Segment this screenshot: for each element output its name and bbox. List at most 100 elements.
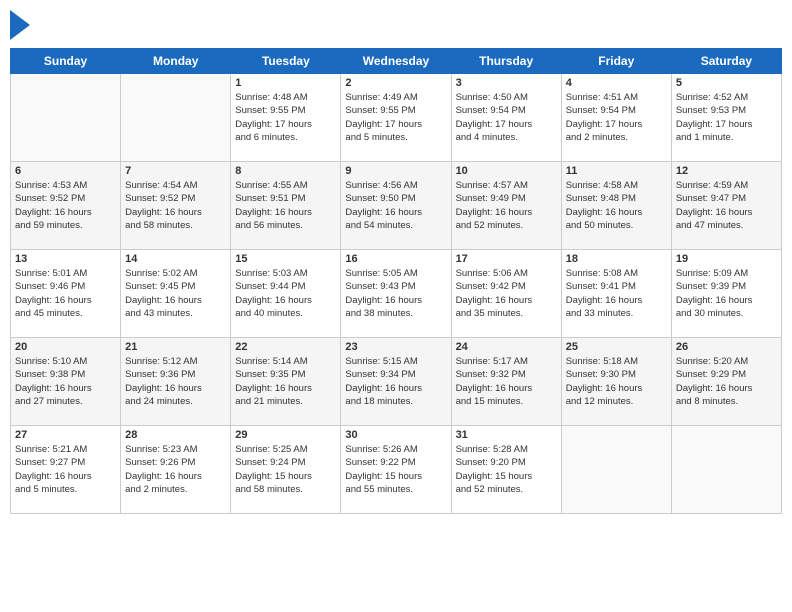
- calendar-day-cell: 6 Sunrise: 4:53 AM Sunset: 9:52 PM Daylig…: [11, 162, 121, 250]
- calendar-day-cell: 25Sunrise: 5:18 AM Sunset: 9:30 PM Dayli…: [561, 338, 671, 426]
- day-info: Sunrise: 5:03 AM Sunset: 9:44 PM Dayligh…: [235, 267, 336, 320]
- day-info: Sunrise: 5:09 AM Sunset: 9:39 PM Dayligh…: [676, 267, 777, 320]
- calendar: SundayMondayTuesdayWednesdayThursdayFrid…: [10, 48, 782, 514]
- calendar-day-cell: 7 Sunrise: 4:54 AM Sunset: 9:52 PM Daylig…: [121, 162, 231, 250]
- day-of-week-header: Monday: [121, 49, 231, 74]
- day-number: 29: [235, 429, 336, 441]
- day-number: 25: [566, 341, 667, 353]
- calendar-day-cell: 22Sunrise: 5:14 AM Sunset: 9:35 PM Dayli…: [231, 338, 341, 426]
- day-of-week-header: Friday: [561, 49, 671, 74]
- day-number: 6: [15, 165, 116, 177]
- day-number: 31: [456, 429, 557, 441]
- calendar-day-cell: 28 Sunrise: 5:23 AM Sunset: 9:26 PM Dayli…: [121, 426, 231, 514]
- day-info: Sunrise: 4:58 AM Sunset: 9:48 PM Dayligh…: [566, 179, 667, 232]
- calendar-week-row: 1Sunrise: 4:48 AM Sunset: 9:55 PM Daylig…: [11, 74, 782, 162]
- day-number: 3: [456, 77, 557, 89]
- day-info: Sunrise: 4:53 AM Sunset: 9:52 PM Dayligh…: [15, 179, 116, 232]
- calendar-day-cell: 24 Sunrise: 5:17 AM Sunset: 9:32 PM Dayli…: [451, 338, 561, 426]
- day-info: Sunrise: 5:14 AM Sunset: 9:35 PM Dayligh…: [235, 355, 336, 408]
- calendar-day-cell: 3 Sunrise: 4:50 AM Sunset: 9:54 PM Daylig…: [451, 74, 561, 162]
- calendar-header-row: SundayMondayTuesdayWednesdayThursdayFrid…: [11, 49, 782, 74]
- calendar-week-row: 27Sunrise: 5:21 AM Sunset: 9:27 PM Dayli…: [11, 426, 782, 514]
- day-of-week-header: Wednesday: [341, 49, 451, 74]
- day-info: Sunrise: 5:17 AM Sunset: 9:32 PM Dayligh…: [456, 355, 557, 408]
- calendar-day-cell: 16 Sunrise: 5:05 AM Sunset: 9:43 PM Dayli…: [341, 250, 451, 338]
- day-info: Sunrise: 4:54 AM Sunset: 9:52 PM Dayligh…: [125, 179, 226, 232]
- day-info: Sunrise: 5:12 AM Sunset: 9:36 PM Dayligh…: [125, 355, 226, 408]
- calendar-day-cell: [671, 426, 781, 514]
- day-info: Sunrise: 4:57 AM Sunset: 9:49 PM Dayligh…: [456, 179, 557, 232]
- calendar-day-cell: [11, 74, 121, 162]
- day-number: 21: [125, 341, 226, 353]
- day-info: Sunrise: 4:51 AM Sunset: 9:54 PM Dayligh…: [566, 91, 667, 144]
- calendar-week-row: 13Sunrise: 5:01 AM Sunset: 9:46 PM Dayli…: [11, 250, 782, 338]
- day-number: 28: [125, 429, 226, 441]
- day-info: Sunrise: 5:20 AM Sunset: 9:29 PM Dayligh…: [676, 355, 777, 408]
- calendar-day-cell: 9 Sunrise: 4:56 AM Sunset: 9:50 PM Daylig…: [341, 162, 451, 250]
- calendar-day-cell: 2 Sunrise: 4:49 AM Sunset: 9:55 PM Daylig…: [341, 74, 451, 162]
- calendar-day-cell: 21 Sunrise: 5:12 AM Sunset: 9:36 PM Dayli…: [121, 338, 231, 426]
- day-number: 2: [345, 77, 446, 89]
- day-info: Sunrise: 5:05 AM Sunset: 9:43 PM Dayligh…: [345, 267, 446, 320]
- day-number: 30: [345, 429, 446, 441]
- page: SundayMondayTuesdayWednesdayThursdayFrid…: [0, 0, 792, 612]
- logo-icon: [10, 10, 30, 40]
- day-number: 1: [235, 77, 336, 89]
- day-of-week-header: Thursday: [451, 49, 561, 74]
- day-info: Sunrise: 4:50 AM Sunset: 9:54 PM Dayligh…: [456, 91, 557, 144]
- day-number: 9: [345, 165, 446, 177]
- day-info: Sunrise: 5:26 AM Sunset: 9:22 PM Dayligh…: [345, 443, 446, 496]
- day-number: 15: [235, 253, 336, 265]
- calendar-week-row: 20 Sunrise: 5:10 AM Sunset: 9:38 PM Dayli…: [11, 338, 782, 426]
- day-info: Sunrise: 5:28 AM Sunset: 9:20 PM Dayligh…: [456, 443, 557, 496]
- calendar-day-cell: 27Sunrise: 5:21 AM Sunset: 9:27 PM Dayli…: [11, 426, 121, 514]
- day-info: Sunrise: 5:10 AM Sunset: 9:38 PM Dayligh…: [15, 355, 116, 408]
- day-info: Sunrise: 5:15 AM Sunset: 9:34 PM Dayligh…: [345, 355, 446, 408]
- calendar-day-cell: [121, 74, 231, 162]
- day-info: Sunrise: 5:25 AM Sunset: 9:24 PM Dayligh…: [235, 443, 336, 496]
- day-info: Sunrise: 5:23 AM Sunset: 9:26 PM Dayligh…: [125, 443, 226, 496]
- calendar-day-cell: 8 Sunrise: 4:55 AM Sunset: 9:51 PM Daylig…: [231, 162, 341, 250]
- day-number: 5: [676, 77, 777, 89]
- day-of-week-header: Saturday: [671, 49, 781, 74]
- day-info: Sunrise: 4:56 AM Sunset: 9:50 PM Dayligh…: [345, 179, 446, 232]
- day-number: 20: [15, 341, 116, 353]
- calendar-day-cell: 18 Sunrise: 5:08 AM Sunset: 9:41 PM Dayli…: [561, 250, 671, 338]
- calendar-day-cell: 13Sunrise: 5:01 AM Sunset: 9:46 PM Dayli…: [11, 250, 121, 338]
- day-info: Sunrise: 4:59 AM Sunset: 9:47 PM Dayligh…: [676, 179, 777, 232]
- calendar-day-cell: 23 Sunrise: 5:15 AM Sunset: 9:34 PM Dayli…: [341, 338, 451, 426]
- day-number: 24: [456, 341, 557, 353]
- calendar-day-cell: 11Sunrise: 4:58 AM Sunset: 9:48 PM Dayli…: [561, 162, 671, 250]
- day-info: Sunrise: 4:52 AM Sunset: 9:53 PM Dayligh…: [676, 91, 777, 144]
- logo: [10, 10, 32, 40]
- calendar-day-cell: 19Sunrise: 5:09 AM Sunset: 9:39 PM Dayli…: [671, 250, 781, 338]
- day-number: 8: [235, 165, 336, 177]
- calendar-day-cell: 10 Sunrise: 4:57 AM Sunset: 9:49 PM Dayli…: [451, 162, 561, 250]
- calendar-day-cell: 26 Sunrise: 5:20 AM Sunset: 9:29 PM Dayli…: [671, 338, 781, 426]
- header: [10, 10, 782, 40]
- day-number: 4: [566, 77, 667, 89]
- day-info: Sunrise: 5:06 AM Sunset: 9:42 PM Dayligh…: [456, 267, 557, 320]
- calendar-day-cell: 4 Sunrise: 4:51 AM Sunset: 9:54 PM Daylig…: [561, 74, 671, 162]
- day-number: 16: [345, 253, 446, 265]
- calendar-day-cell: 17 Sunrise: 5:06 AM Sunset: 9:42 PM Dayli…: [451, 250, 561, 338]
- calendar-day-cell: 1Sunrise: 4:48 AM Sunset: 9:55 PM Daylig…: [231, 74, 341, 162]
- calendar-week-row: 6 Sunrise: 4:53 AM Sunset: 9:52 PM Daylig…: [11, 162, 782, 250]
- day-info: Sunrise: 4:55 AM Sunset: 9:51 PM Dayligh…: [235, 179, 336, 232]
- day-number: 12: [676, 165, 777, 177]
- day-number: 14: [125, 253, 226, 265]
- calendar-day-cell: [561, 426, 671, 514]
- day-info: Sunrise: 4:49 AM Sunset: 9:55 PM Dayligh…: [345, 91, 446, 144]
- calendar-day-cell: 20 Sunrise: 5:10 AM Sunset: 9:38 PM Dayli…: [11, 338, 121, 426]
- day-number: 18: [566, 253, 667, 265]
- calendar-day-cell: 29 Sunrise: 5:25 AM Sunset: 9:24 PM Dayli…: [231, 426, 341, 514]
- day-info: Sunrise: 5:08 AM Sunset: 9:41 PM Dayligh…: [566, 267, 667, 320]
- day-number: 7: [125, 165, 226, 177]
- day-number: 10: [456, 165, 557, 177]
- day-number: 26: [676, 341, 777, 353]
- day-of-week-header: Tuesday: [231, 49, 341, 74]
- day-number: 17: [456, 253, 557, 265]
- calendar-day-cell: 12 Sunrise: 4:59 AM Sunset: 9:47 PM Dayli…: [671, 162, 781, 250]
- day-number: 23: [345, 341, 446, 353]
- day-info: Sunrise: 5:01 AM Sunset: 9:46 PM Dayligh…: [15, 267, 116, 320]
